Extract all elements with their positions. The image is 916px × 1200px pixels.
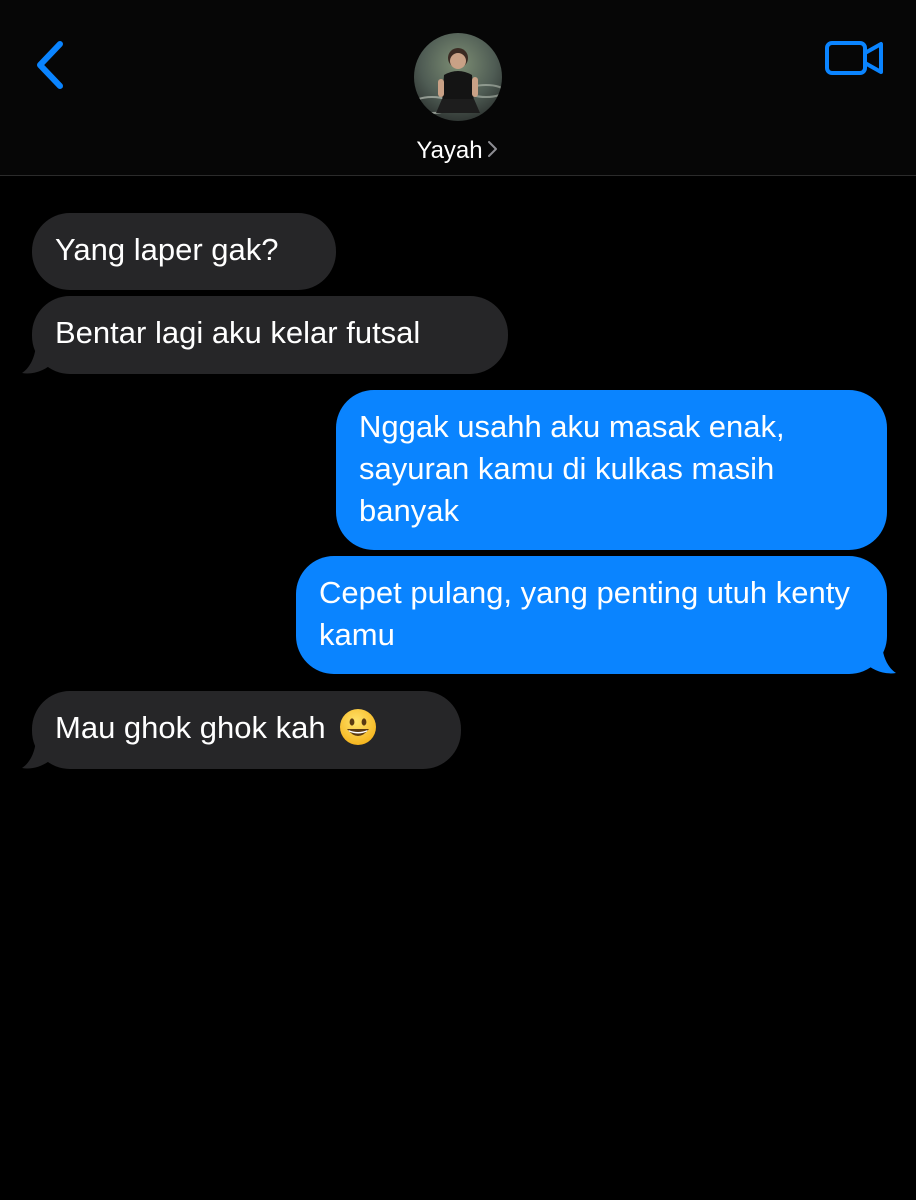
message-text: Mau ghok ghok kah bbox=[55, 710, 326, 745]
message-text: Cepet pulang, yang penting utuh kenty ka… bbox=[319, 575, 850, 652]
avatar-photo bbox=[414, 33, 502, 121]
conversation-header: Yayah bbox=[0, 0, 916, 176]
avatar[interactable] bbox=[414, 33, 502, 121]
message-text: Nggak usahh aku masak enak, sayuran kamu… bbox=[359, 409, 785, 528]
chevron-left-icon[interactable] bbox=[28, 36, 76, 94]
message-bubble-received[interactable]: Yang laper gak? bbox=[32, 213, 336, 290]
message-bubble-sent[interactable]: Nggak usahh aku masak enak, sayuran kamu… bbox=[336, 390, 887, 550]
chevron-right-icon bbox=[487, 141, 497, 157]
message-bubble-received[interactable]: Bentar lagi aku kelar futsal bbox=[32, 296, 508, 374]
bubble-tail bbox=[22, 342, 54, 374]
message-text: Yang laper gak? bbox=[55, 232, 279, 267]
grinning-face-icon bbox=[340, 709, 377, 745]
video-camera-icon[interactable] bbox=[822, 36, 886, 80]
message-bubble-sent[interactable]: Cepet pulang, yang penting utuh kenty ka… bbox=[296, 556, 887, 674]
message-text: Bentar lagi aku kelar futsal bbox=[55, 315, 421, 350]
bubble-tail bbox=[864, 642, 896, 674]
contact-name: Yayah bbox=[416, 137, 483, 164]
contact-name-button[interactable]: Yayah bbox=[0, 134, 916, 168]
bubble-tail bbox=[22, 737, 54, 769]
message-bubble-received[interactable]: Mau ghok ghok kah bbox=[32, 691, 461, 769]
